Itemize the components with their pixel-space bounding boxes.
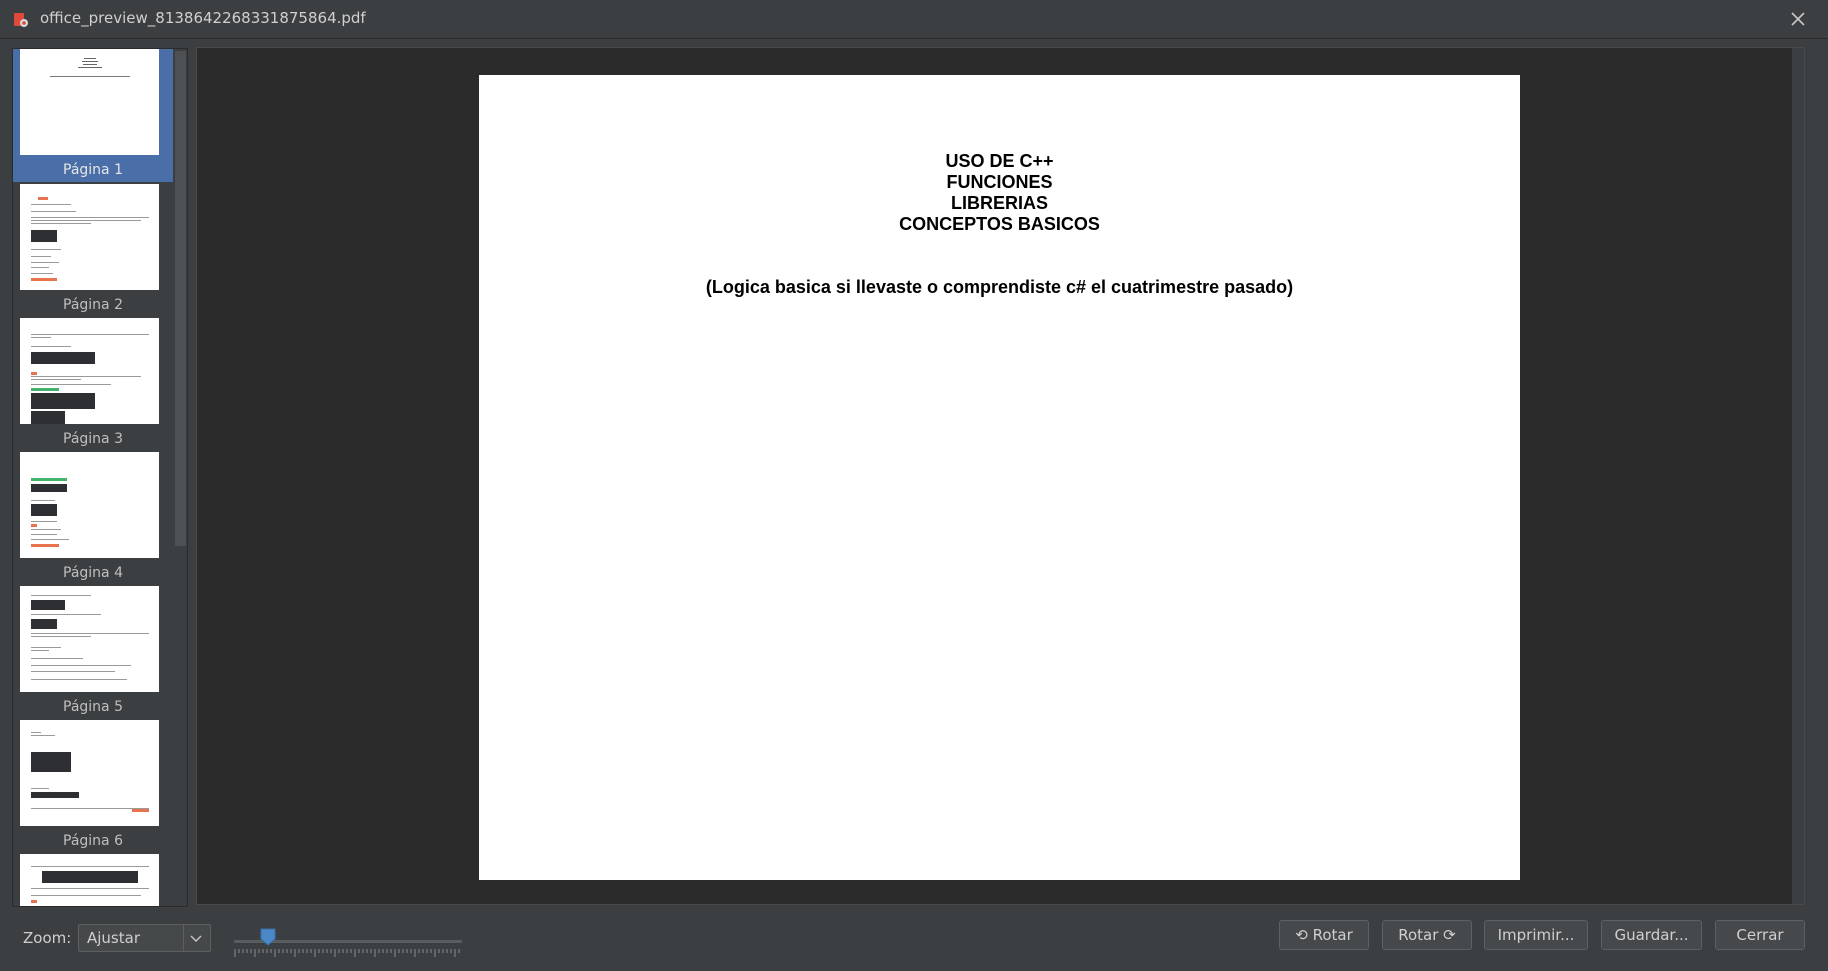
document-title: USO DE C++ FUNCIONES LIBRERIAS CONCEPTOS… [479, 151, 1520, 235]
viewer-scrollbar[interactable] [1792, 48, 1804, 904]
thumbnail-image [20, 184, 159, 290]
thumbnail-page-2[interactable]: Página 2 [13, 184, 173, 317]
thumbnail-label: Página 2 [63, 297, 123, 313]
thumbnail-image [20, 720, 159, 826]
thumbnail-label: Página 3 [63, 431, 123, 447]
thumbnail-label: Página 1 [63, 162, 123, 178]
window-title: office_preview_8138642268331875864.pdf [40, 9, 366, 27]
thumbnail-page-7[interactable] [13, 854, 173, 906]
thumbnail-image [20, 452, 159, 558]
zoom-select-divider [183, 925, 184, 951]
save-button[interactable]: Guardar... [1601, 920, 1702, 950]
document-page: USO DE C++ FUNCIONES LIBRERIAS CONCEPTOS… [479, 75, 1520, 880]
thumbnail-page-5[interactable]: Página 5 [13, 586, 173, 719]
thumbnail-page-4[interactable]: Página 4 [13, 452, 173, 585]
pdf-app-icon [14, 13, 28, 27]
title-line: FUNCIONES [946, 172, 1053, 192]
thumbnail-image [20, 318, 159, 424]
document-subtitle: (Logica basica si llevaste o comprendist… [705, 277, 1294, 297]
zoom-select[interactable]: Ajustar [78, 924, 211, 952]
thumbnail-image [20, 854, 159, 906]
chevron-down-icon[interactable] [189, 931, 203, 945]
thumbnail-label: Página 4 [63, 565, 123, 581]
close-icon[interactable] [1786, 7, 1810, 31]
title-line: CONCEPTOS BASICOS [899, 214, 1100, 234]
zoom-slider-ticks [234, 949, 460, 957]
document-viewer: USO DE C++ FUNCIONES LIBRERIAS CONCEPTOS… [196, 47, 1805, 905]
bottom-toolbar: Zoom: Ajustar ⟲ Rotar Rotar ⟳ Imprimir..… [0, 908, 1828, 971]
thumbnail-sidebar: Página 1 Página 2 Página 3 Página 4 Pági… [12, 48, 188, 907]
zoom-select-value: Ajustar [87, 929, 140, 947]
thumbnail-page-3[interactable]: Página 3 [13, 318, 173, 451]
thumbnail-page-1[interactable]: Página 1 [13, 49, 173, 182]
thumbnail-label: Página 6 [63, 833, 123, 849]
title-line: USO DE C++ [945, 151, 1054, 171]
thumbnail-image [20, 586, 159, 692]
thumbnail-page-6[interactable]: Página 6 [13, 720, 173, 853]
rotate-left-button[interactable]: ⟲ Rotar [1279, 920, 1369, 950]
zoom-slider-knob[interactable] [260, 928, 276, 946]
sidebar-scrollbar[interactable] [175, 49, 187, 906]
thumbnail-label: Página 5 [63, 699, 123, 715]
thumbnail-image [20, 49, 159, 155]
title-line: LIBRERIAS [950, 193, 1048, 213]
zoom-slider[interactable] [234, 918, 462, 958]
title-bar: office_preview_8138642268331875864.pdf [0, 0, 1828, 39]
close-button[interactable]: Cerrar [1715, 920, 1805, 950]
rotate-right-button[interactable]: Rotar ⟳ [1382, 920, 1472, 950]
zoom-label: Zoom: [23, 929, 72, 947]
print-button[interactable]: Imprimir... [1484, 920, 1588, 950]
sidebar-scroll-thumb[interactable] [175, 51, 186, 546]
